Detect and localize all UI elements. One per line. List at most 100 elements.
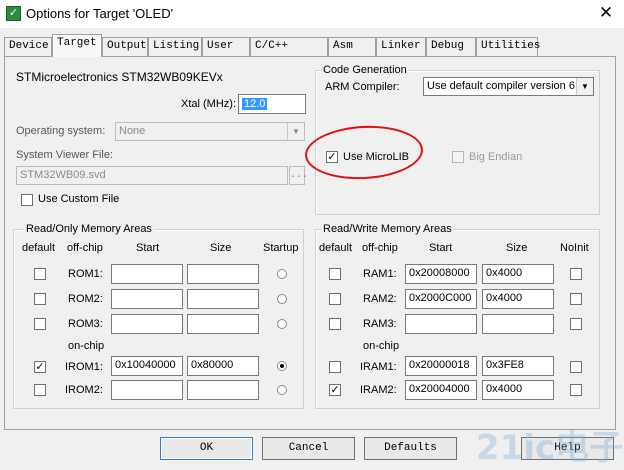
rom-header-size: Size [210,242,232,254]
window-title: Options for Target 'OLED' [26,6,174,21]
ok-button[interactable]: OK [160,437,253,460]
ram1-size-input[interactable]: 0x4000 [482,264,554,284]
ram2-default-checkbox[interactable] [329,293,341,305]
rom2-startup-radio[interactable] [277,294,287,304]
defaults-button[interactable]: Defaults [364,437,457,460]
tab-user[interactable]: User [202,37,250,56]
xtal-input[interactable]: 12.0 [238,94,306,114]
tab-utilities[interactable]: Utilities [476,37,540,56]
compiler-value: Use default compiler version 6 [427,80,575,92]
xtal-value: 12.0 [242,98,268,110]
irom1-startup-radio[interactable] [277,361,287,371]
ram3-start-input[interactable] [405,314,477,334]
rom2-default-checkbox[interactable] [34,293,46,305]
irom1-start-input[interactable]: 0x10040000 [111,356,183,376]
svd-browse-button[interactable]: ... [289,166,308,185]
compiler-select[interactable]: Use default compiler version 6 ▼ [423,77,594,96]
iram2-start-input[interactable]: 0x20004000 [405,380,477,400]
ram3-noinit-checkbox[interactable] [570,318,582,330]
ram-onchip-label: on-chip [363,340,400,352]
rom2-size-input[interactable] [187,289,259,309]
tab-device[interactable]: Device [4,37,52,56]
irom1-label: IROM1: [65,361,103,373]
ram1-label: RAM1: [363,268,397,280]
rom-onchip-label: on-chip [68,340,105,352]
iram1-size-input[interactable]: 0x3FE8 [482,356,554,376]
irom2-default-checkbox[interactable] [34,384,46,396]
rom3-start-input[interactable] [111,314,183,334]
xtal-label: Xtal (MHz): [181,98,236,110]
tab-output[interactable]: Output [102,37,148,56]
big-endian-checkbox[interactable] [452,151,464,163]
rom-header-start: Start [136,242,160,254]
close-icon[interactable]: ✕ [594,2,618,24]
irom1-default-checkbox[interactable]: ✓ [34,361,46,373]
title-bar: ✓ Options for Target 'OLED' ✕ [0,0,624,28]
custom-file-checkbox[interactable] [21,194,33,206]
custom-file-label: Use Custom File [38,193,120,205]
rom1-default-checkbox[interactable] [34,268,46,280]
os-select[interactable]: None ▼ [115,122,305,141]
rom1-size-input[interactable] [187,264,259,284]
iram1-start-input[interactable]: 0x20000018 [405,356,477,376]
ram3-size-input[interactable] [482,314,554,334]
ram3-default-checkbox[interactable] [329,318,341,330]
rom2-label: ROM2: [68,293,103,305]
big-endian-label: Big Endian [469,151,523,163]
tab-asm[interactable]: Asm [328,37,376,56]
rom-group-title: Read/Only Memory Areas [24,223,154,235]
iram1-noinit-checkbox[interactable] [570,361,582,373]
ram-header-size: Size [506,242,528,254]
os-value: None [119,125,146,137]
ram-header-start: Start [429,242,453,254]
ram1-default-checkbox[interactable] [329,268,341,280]
irom2-start-input[interactable] [111,380,183,400]
ram3-label: RAM3: [363,318,397,330]
iram2-size-input[interactable]: 0x4000 [482,380,554,400]
rom1-label: ROM1: [68,268,103,280]
iram1-label: IRAM1: [360,361,397,373]
ram-group-title: Read/Write Memory Areas [321,223,454,235]
svd-label: System Viewer File: [16,149,113,161]
ram2-noinit-checkbox[interactable] [570,293,582,305]
rom1-startup-radio[interactable] [277,269,287,279]
tab-listing[interactable]: Listing [148,37,202,56]
iram2-default-checkbox[interactable]: ✓ [329,384,341,396]
ram1-noinit-checkbox[interactable] [570,268,582,280]
ram1-start-input[interactable]: 0x20008000 [405,264,477,284]
rom1-start-input[interactable] [111,264,183,284]
ram-header-offchip: off-chip [362,242,398,254]
irom1-size-input[interactable]: 0x80000 [187,356,259,376]
rom-header-startup: Startup [263,242,299,254]
irom2-startup-radio[interactable] [277,385,287,395]
irom2-label: IROM2: [65,384,103,396]
ram2-start-input[interactable]: 0x2000C000 [405,289,477,309]
app-icon: ✓ [6,6,21,21]
tab-debug[interactable]: Debug [426,37,476,56]
rom2-start-input[interactable] [111,289,183,309]
iram2-noinit-checkbox[interactable] [570,384,582,396]
tab-linker[interactable]: Linker [376,37,426,56]
rom-header-default: default [22,242,56,254]
rom3-default-checkbox[interactable] [34,318,46,330]
ram2-label: RAM2: [363,293,397,305]
rom3-size-input[interactable] [187,314,259,334]
compiler-label: ARM Compiler: [325,81,400,93]
tab-cc[interactable]: C/C++ (AC6) [250,37,328,69]
code-generation-title: Code Generation [321,64,409,76]
chevron-down-icon: ▼ [576,78,593,95]
watermark-logo: 21ic电子网 [476,428,624,468]
ram-header-noinit: NoInit [560,242,589,254]
ram2-size-input[interactable]: 0x4000 [482,289,554,309]
chevron-down-icon: ▼ [287,123,304,140]
device-name: STMicroelectronics STM32WB09KEVx [16,70,223,84]
os-label: Operating system: [16,125,106,137]
irom2-size-input[interactable] [187,380,259,400]
tab-target[interactable]: Target [52,34,102,57]
iram1-default-checkbox[interactable] [329,361,341,373]
svd-input[interactable]: STM32WB09.svd [16,166,288,185]
ram-header-default: default [319,242,353,254]
iram2-label: IRAM2: [360,384,397,396]
cancel-button[interactable]: Cancel [262,437,355,460]
rom3-startup-radio[interactable] [277,319,287,329]
